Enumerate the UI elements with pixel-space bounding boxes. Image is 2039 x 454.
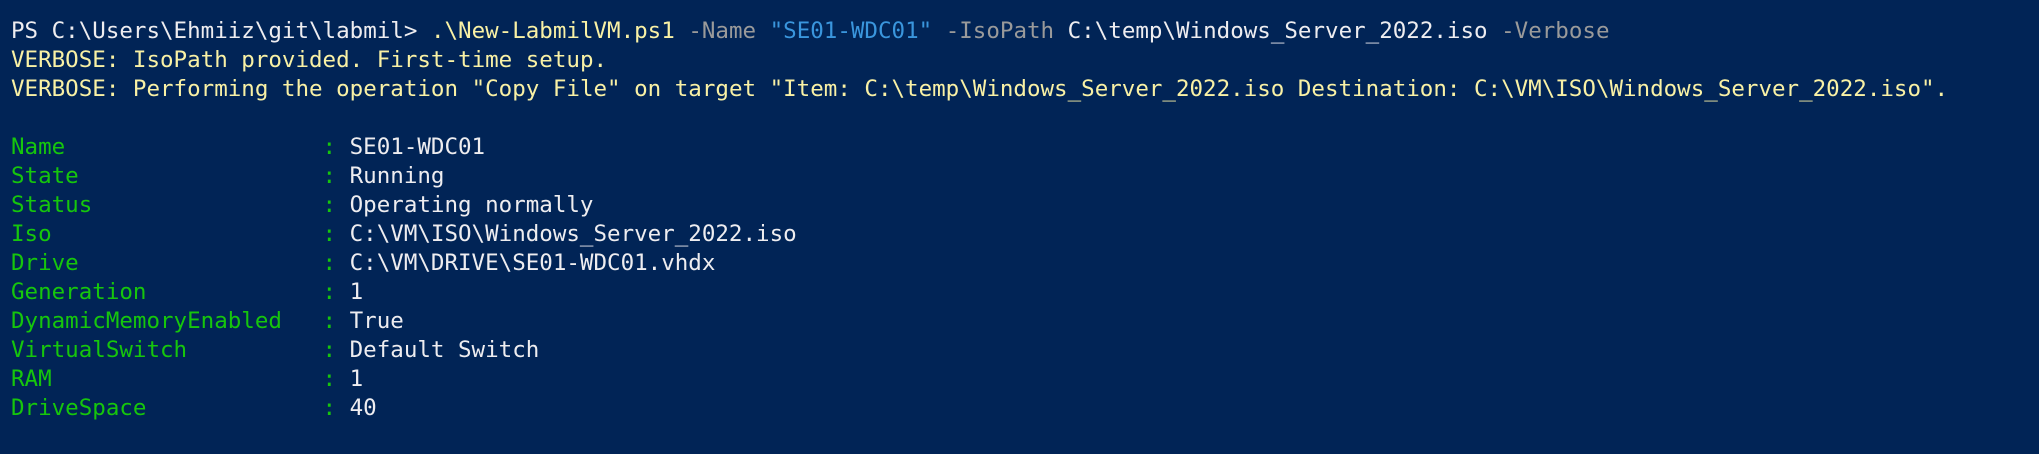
isopath-value: C:\temp\Windows_Server_2022.iso bbox=[1067, 18, 1488, 44]
property-row: RAM: 1 bbox=[11, 365, 2031, 394]
property-row: State: Running bbox=[11, 162, 2031, 191]
verbose-line: VERBOSE: IsoPath provided. First-time se… bbox=[11, 47, 608, 73]
script-command: .\New-LabmilVM.ps1 bbox=[430, 18, 675, 44]
property-row: Name: SE01-WDC01 bbox=[11, 133, 2031, 162]
property-value: True bbox=[349, 308, 404, 334]
property-row: VirtualSwitch: Default Switch bbox=[11, 336, 2031, 365]
property-separator: : bbox=[322, 395, 337, 421]
property-name: DynamicMemoryEnabled bbox=[11, 308, 282, 334]
property-separator: : bbox=[322, 279, 337, 305]
property-row: Status: Operating normally bbox=[11, 191, 2031, 220]
name-parameter: -Name bbox=[688, 18, 757, 44]
isopath-parameter: -IsoPath bbox=[945, 18, 1055, 44]
property-value: C:\VM\DRIVE\SE01-WDC01.vhdx bbox=[349, 250, 716, 276]
property-value: Running bbox=[349, 163, 445, 189]
vm-properties-list: Name: SE01-WDC01 State: Running Status: … bbox=[11, 133, 2031, 423]
property-name: Status bbox=[11, 192, 93, 218]
property-separator: : bbox=[322, 221, 337, 247]
property-row: Drive: C:\VM\DRIVE\SE01-WDC01.vhdx bbox=[11, 249, 2031, 278]
property-value: Operating normally bbox=[349, 192, 594, 218]
property-value: 1 bbox=[349, 366, 364, 392]
terminal-window[interactable]: PS C:\Users\Ehmiiz\git\labmil> .\New-Lab… bbox=[11, 17, 2031, 447]
verbose-line: VERBOSE: Performing the operation "Copy … bbox=[11, 76, 1949, 102]
property-row: Generation: 1 bbox=[11, 278, 2031, 307]
property-row: Iso: C:\VM\ISO\Windows_Server_2022.iso bbox=[11, 220, 2031, 249]
property-name: Iso bbox=[11, 221, 52, 247]
property-separator: : bbox=[322, 163, 337, 189]
property-separator: : bbox=[322, 308, 337, 334]
property-value: 1 bbox=[349, 279, 364, 305]
name-value: "SE01-WDC01" bbox=[769, 18, 933, 44]
property-value: C:\VM\ISO\Windows_Server_2022.iso bbox=[349, 221, 797, 247]
property-name: Generation bbox=[11, 279, 147, 305]
command-line: PS C:\Users\Ehmiiz\git\labmil> .\New-Lab… bbox=[11, 17, 2031, 46]
property-name: Name bbox=[11, 134, 66, 160]
property-separator: : bbox=[322, 134, 337, 160]
property-value: Default Switch bbox=[349, 337, 540, 363]
property-name: DriveSpace bbox=[11, 395, 147, 421]
property-separator: : bbox=[322, 337, 337, 363]
verbose-flag: -Verbose bbox=[1501, 18, 1610, 44]
property-separator: : bbox=[322, 366, 337, 392]
property-row: DynamicMemoryEnabled: True bbox=[11, 307, 2031, 336]
property-name: RAM bbox=[11, 366, 52, 392]
prompt: PS C:\Users\Ehmiiz\git\labmil> bbox=[11, 18, 418, 44]
property-name: VirtualSwitch bbox=[11, 337, 188, 363]
property-row: DriveSpace: 40 bbox=[11, 394, 2031, 423]
property-value: SE01-WDC01 bbox=[349, 134, 486, 160]
property-value: 40 bbox=[349, 395, 377, 421]
property-separator: : bbox=[322, 250, 337, 276]
property-separator: : bbox=[322, 192, 337, 218]
property-name: State bbox=[11, 163, 79, 189]
property-name: Drive bbox=[11, 250, 79, 276]
